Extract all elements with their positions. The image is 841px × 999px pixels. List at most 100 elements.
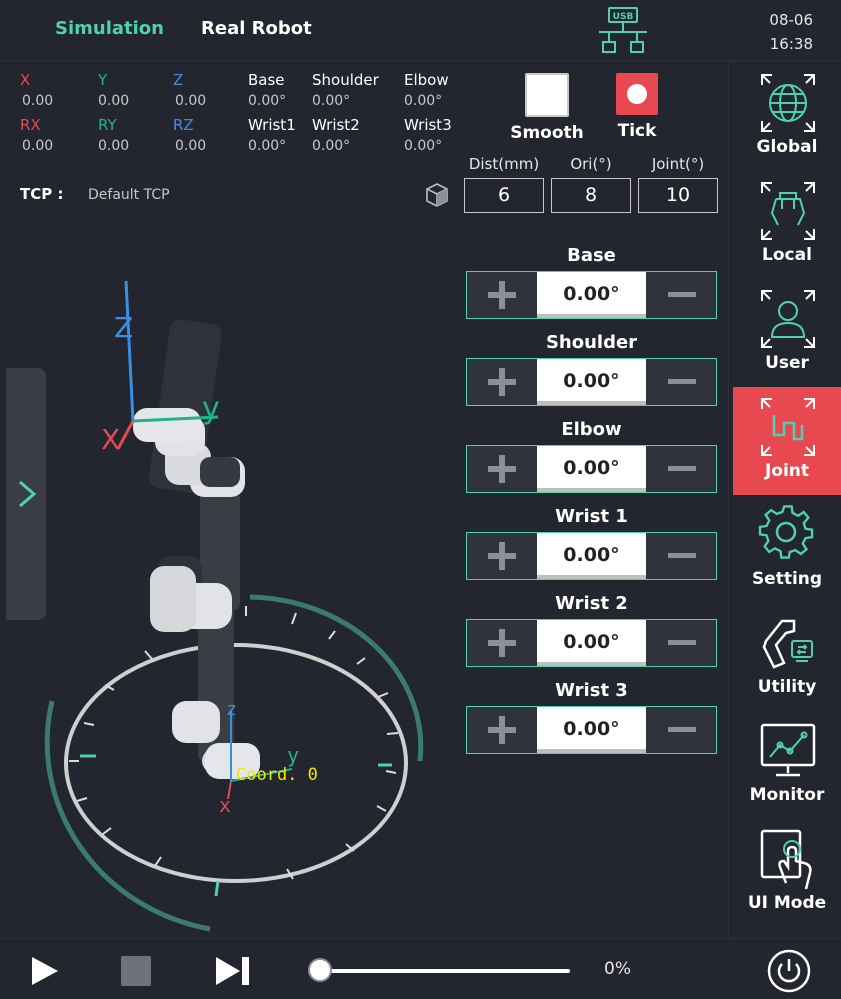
datetime: 08-06 16:38: [769, 8, 813, 56]
smooth-checkbox[interactable]: [525, 73, 569, 117]
axis-x-label: X: [101, 423, 120, 456]
coord-label-shoulder: Shoulder: [312, 71, 379, 89]
sidebar-item-local[interactable]: Local: [733, 171, 841, 279]
plus-icon: [487, 281, 516, 309]
chevron-right-icon: [19, 480, 37, 508]
coord-value-z: 0.00: [175, 93, 207, 109]
coord-value-x: 0.00: [22, 93, 54, 109]
coord-label-z: Z: [173, 71, 184, 89]
gripper-icon: [761, 182, 815, 240]
dist-input[interactable]: 6: [464, 178, 544, 213]
joint-control-wrist2: Wrist 2 0.00°: [466, 593, 717, 667]
coord-label-y: Y: [98, 71, 108, 89]
globe-icon: [761, 74, 815, 132]
joint-title: Wrist 3: [555, 680, 628, 701]
minus-icon: [667, 292, 696, 297]
top-bar: Simulation Real Robot USB 08-06 16:38: [0, 0, 841, 61]
robot-3d-viewport[interactable]: Z y X z y x Coord. 0: [0, 221, 460, 937]
coord-label-elbow: Elbow: [404, 71, 449, 89]
axis-z-label: Z: [114, 311, 133, 344]
tick-dot-icon: [627, 84, 647, 104]
joint-control-base: Base 0.00°: [466, 245, 717, 319]
joint-step-label: Joint(°): [651, 155, 705, 173]
coord-value-wrist3: 0.00°: [404, 138, 443, 154]
coord-value-y: 0.00: [98, 93, 130, 109]
joint-control-wrist3: Wrist 3 0.00°: [466, 680, 717, 754]
joint-increase-button[interactable]: [467, 533, 536, 579]
sidebar-label: Setting: [751, 569, 823, 589]
plus-icon: [487, 716, 516, 744]
minus-icon: [667, 379, 696, 384]
mode-sidebar: Global Local User Joint Setting Utility …: [728, 61, 841, 937]
joint-title: Base: [567, 245, 616, 266]
coord-label-wrist3: Wrist3: [404, 116, 452, 134]
cube-view-icon[interactable]: [424, 182, 450, 208]
joint-decrease-button[interactable]: [647, 620, 716, 666]
joint-decrease-button[interactable]: [647, 272, 716, 318]
joint-title: Wrist 2: [555, 593, 628, 614]
sidebar-label: Monitor: [749, 785, 825, 805]
date-text: 08-06: [769, 11, 813, 29]
monitor-icon: [760, 723, 816, 777]
joint-increase-button[interactable]: [467, 446, 536, 492]
sidebar-item-joint[interactable]: Joint: [733, 387, 841, 495]
usb-network-icon[interactable]: USB: [597, 6, 651, 56]
stop-icon[interactable]: [120, 955, 152, 987]
expand-panel-tab[interactable]: [6, 368, 46, 620]
step-forward-icon[interactable]: [214, 955, 252, 987]
joint-stepper: 0.00°: [466, 532, 717, 580]
joint-decrease-button[interactable]: [647, 707, 716, 753]
joint-decrease-button[interactable]: [647, 533, 716, 579]
power-icon[interactable]: [767, 949, 811, 993]
joint-title: Elbow: [561, 419, 622, 440]
joint-step-input[interactable]: 10: [638, 178, 718, 213]
sidebar-item-ui-mode[interactable]: UI Mode: [733, 819, 841, 927]
coord-value-shoulder: 0.00°: [312, 93, 351, 109]
joint-stepper: 0.00°: [466, 619, 717, 667]
coord-label-rx: RX: [20, 116, 41, 134]
sidebar-item-global[interactable]: Global: [733, 63, 841, 171]
tick-toggle[interactable]: Tick: [592, 73, 682, 141]
tick-checkbox[interactable]: [616, 73, 658, 115]
progress-percent: 0%: [604, 959, 631, 979]
sidebar-label: User: [765, 353, 809, 373]
coord-value-rz: 0.00: [175, 138, 207, 154]
joint-value: 0.00°: [537, 446, 646, 492]
joint-decrease-button[interactable]: [647, 359, 716, 405]
coord-value-elbow: 0.00°: [404, 93, 443, 109]
tab-simulation[interactable]: Simulation: [55, 18, 164, 39]
tab-real-robot[interactable]: Real Robot: [201, 18, 312, 39]
time-text: 16:38: [769, 35, 813, 53]
coord-value-rx: 0.00: [22, 138, 54, 154]
sidebar-item-setting[interactable]: Setting: [733, 495, 841, 603]
smooth-toggle[interactable]: Smooth: [502, 73, 592, 143]
joint-increase-button[interactable]: [467, 707, 536, 753]
utility-icon: [762, 619, 813, 669]
joint-increase-button[interactable]: [467, 272, 536, 318]
minus-icon: [667, 466, 696, 471]
smooth-label: Smooth: [510, 123, 584, 143]
progress-track[interactable]: [320, 969, 570, 973]
joint-increase-button[interactable]: [467, 359, 536, 405]
coord-frame-label: Coord. 0: [236, 765, 318, 785]
ori-input[interactable]: 8: [551, 178, 631, 213]
sidebar-item-monitor[interactable]: Monitor: [733, 711, 841, 819]
robot-scene: Z y X z y x Coord. 0: [44, 280, 424, 932]
joint-control-wrist1: Wrist 1 0.00°: [466, 506, 717, 580]
joint-decrease-button[interactable]: [647, 446, 716, 492]
coord-label-wrist1: Wrist1: [248, 116, 296, 134]
joint-stepper: 0.00°: [466, 706, 717, 754]
sidebar-item-utility[interactable]: Utility: [733, 603, 841, 711]
sidebar-item-user[interactable]: User: [733, 279, 841, 387]
coord-label-x: X: [20, 71, 31, 89]
play-icon[interactable]: [30, 955, 60, 987]
joint-value: 0.00°: [537, 359, 646, 405]
tcp-value[interactable]: Default TCP: [88, 187, 170, 203]
joint-increase-button[interactable]: [467, 620, 536, 666]
sidebar-label: Global: [756, 137, 818, 157]
coord-value-ry: 0.00: [98, 138, 130, 154]
plus-icon: [487, 629, 516, 657]
plus-icon: [487, 542, 516, 570]
axis-y-label: y: [202, 391, 220, 426]
progress-handle[interactable]: [308, 958, 332, 982]
